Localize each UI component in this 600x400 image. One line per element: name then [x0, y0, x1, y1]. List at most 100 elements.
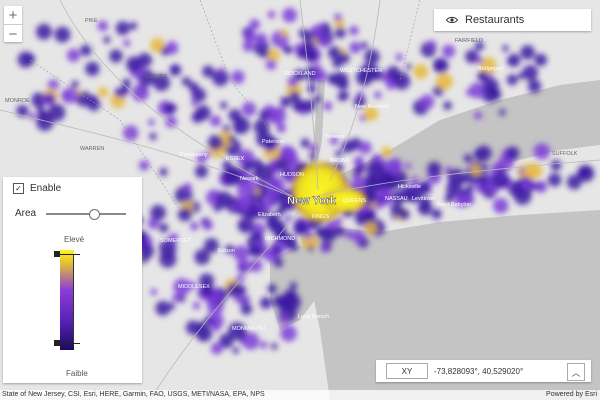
- powered-by[interactable]: Powered by Esri: [546, 391, 597, 398]
- heat-blob: [431, 208, 442, 220]
- heat-blob: [358, 141, 372, 155]
- heat-blob: [300, 138, 310, 148]
- heat-blob: [441, 44, 456, 58]
- heat-blob: [475, 145, 492, 162]
- heat-blob: [138, 160, 150, 171]
- heat-blob: [209, 115, 222, 127]
- place-label: KINGS: [312, 214, 329, 220]
- heat-blob: [260, 341, 268, 349]
- heat-blob: [435, 73, 453, 91]
- heat-blob: [276, 123, 287, 133]
- heat-blob: [71, 80, 79, 89]
- heat-blob: [191, 99, 198, 107]
- attribution-bar: State of New Jersey, CSI, Esri, HERE, Ga…: [0, 390, 600, 400]
- heat-blob: [235, 274, 245, 283]
- place-label: WESTCHESTER: [340, 68, 382, 74]
- place-label: SUFFOLK: [552, 151, 578, 157]
- heat-blob: [475, 56, 483, 65]
- heat-blob: [579, 165, 592, 178]
- heat-blob: [237, 217, 254, 234]
- heat-blob: [150, 288, 158, 296]
- heat-blob: [255, 32, 268, 45]
- heat-blob: [131, 84, 150, 102]
- heat-blob: [323, 101, 333, 111]
- heat-blob: [313, 63, 322, 72]
- heat-blob: [147, 118, 155, 126]
- heat-blob: [267, 284, 277, 294]
- heat-blob: [204, 315, 213, 324]
- heat-blob: [182, 182, 192, 192]
- heatmap-settings-panel: ✓ Enable Area Elevé Faible: [3, 177, 142, 383]
- heat-blob: [364, 221, 378, 235]
- place-label: WARREN: [80, 146, 104, 152]
- heat-blob: [80, 44, 92, 57]
- heat-blob: [123, 39, 131, 47]
- heat-blob: [406, 63, 413, 70]
- heat-blob: [126, 56, 143, 73]
- heat-blob: [506, 74, 518, 86]
- place-label: ROCKLAND: [285, 71, 316, 77]
- chevron-up-icon[interactable]: ︿: [567, 363, 585, 381]
- heat-blob: [280, 325, 297, 342]
- heat-blob: [293, 220, 309, 236]
- ramp-high-label: Elevé: [64, 235, 85, 244]
- heat-blob: [459, 176, 468, 185]
- heat-blob: [395, 53, 404, 62]
- ramp-bottom-stop: [60, 343, 80, 344]
- heat-blob: [232, 347, 240, 354]
- heat-blob: [336, 217, 343, 224]
- heat-blob: [283, 289, 298, 304]
- heat-blob: [477, 70, 487, 81]
- heat-blob: [315, 227, 323, 235]
- heat-blob: [250, 245, 263, 257]
- heat-blob: [35, 23, 52, 40]
- heat-blob: [398, 208, 410, 220]
- heat-blob: [411, 176, 419, 184]
- heat-blob: [466, 184, 474, 193]
- heat-blob: [267, 10, 276, 19]
- heat-blob: [332, 71, 349, 88]
- heat-blob: [534, 53, 547, 67]
- layer-visibility-button[interactable]: Restaurants: [434, 9, 591, 31]
- attribution-text: State of New Jersey, CSI, Esri, HERE, Ga…: [2, 391, 265, 398]
- heat-blob: [520, 45, 535, 60]
- enable-checkbox[interactable]: ✓: [13, 183, 24, 194]
- heat-blob: [270, 220, 287, 236]
- area-slider[interactable]: [46, 208, 127, 220]
- heat-blob: [282, 7, 298, 23]
- heat-blob: [249, 19, 261, 30]
- enable-toggle[interactable]: ✓ Enable: [13, 183, 61, 194]
- place-label: Levittown: [412, 196, 435, 202]
- heat-blob: [367, 162, 385, 180]
- heat-blob: [433, 58, 449, 74]
- xy-format-button[interactable]: XY: [386, 363, 428, 379]
- heat-blob: [177, 207, 192, 222]
- place-label: West Babylon: [437, 202, 471, 208]
- heat-blob: [233, 117, 251, 135]
- heat-blob: [267, 176, 285, 195]
- heat-blob: [216, 191, 233, 209]
- heat-blob: [194, 164, 208, 179]
- heat-blob: [195, 105, 211, 121]
- coordinate-widget: XY -73,828093°, 40,529020° ︿: [376, 360, 591, 382]
- layer-name: Restaurants: [465, 14, 525, 26]
- zoom-in-button[interactable]: +: [4, 6, 22, 24]
- heat-blob: [386, 79, 397, 90]
- zoom-out-button[interactable]: −: [4, 25, 22, 43]
- slider-thumb[interactable]: [88, 208, 100, 220]
- heat-blob: [547, 173, 562, 187]
- heat-blob: [353, 156, 365, 167]
- heat-blob: [238, 264, 246, 271]
- place-label: Hicksville: [398, 184, 421, 190]
- heat-blob: [533, 143, 551, 160]
- heat-blob: [405, 162, 412, 170]
- heat-blob: [469, 82, 486, 99]
- place-label: Newark: [240, 176, 259, 182]
- heat-blob: [243, 30, 256, 43]
- heat-blob: [279, 28, 289, 38]
- place-label: Elizabeth: [258, 212, 281, 218]
- heat-blob: [284, 45, 293, 54]
- heat-blob: [482, 77, 499, 94]
- heat-blob: [66, 48, 81, 62]
- heat-blob: [319, 36, 330, 47]
